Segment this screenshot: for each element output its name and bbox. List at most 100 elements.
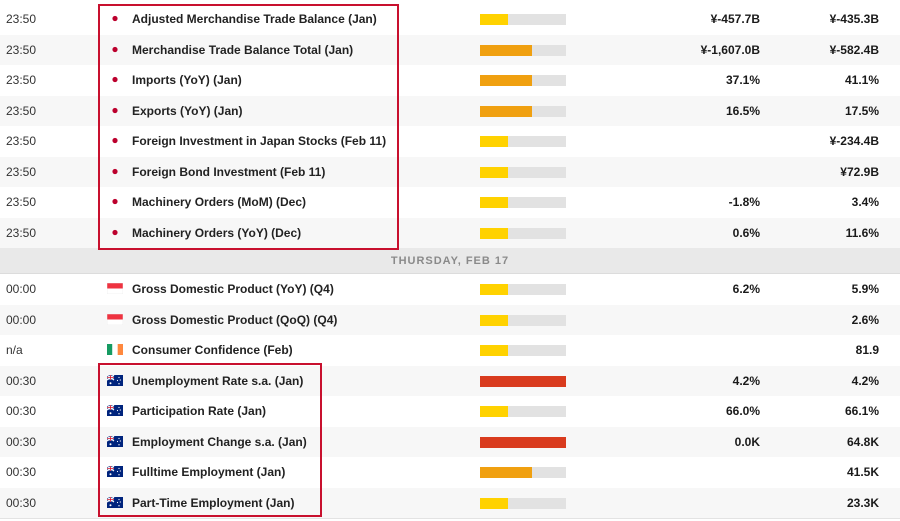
impact-bar-fill	[480, 105, 532, 117]
previous-value: 41.1%	[844, 73, 879, 88]
jp-flag-icon	[107, 225, 123, 236]
event-time: 23:50	[6, 12, 37, 27]
actual-value: 16.5%	[725, 103, 760, 118]
actual-value: 6.2%	[732, 282, 760, 297]
actual-value: 37.1%	[725, 73, 760, 88]
jp-flag-icon	[107, 42, 123, 53]
actual-value: 0.6%	[732, 225, 760, 240]
calendar-row[interactable]: 23:50 Foreign Investment in Japan Stocks …	[0, 126, 900, 158]
impact-bar	[480, 406, 566, 418]
impact-bar	[480, 284, 566, 296]
impact-bar	[480, 467, 566, 479]
impact-bar	[480, 105, 566, 117]
event-name[interactable]: Exports (YoY) (Jan)	[132, 96, 242, 127]
calendar-row[interactable]: 23:50 Imports (YoY) (Jan) 37.1% 41.1%	[0, 65, 900, 97]
event-time: 23:50	[6, 164, 37, 179]
impact-bar-fill	[480, 375, 566, 387]
previous-value: 17.5%	[844, 103, 879, 118]
event-name[interactable]: Machinery Orders (YoY) (Dec)	[132, 218, 301, 249]
event-name[interactable]: Merchandise Trade Balance Total (Jan)	[132, 35, 353, 66]
impact-bar	[480, 345, 566, 357]
impact-bar	[480, 227, 566, 239]
impact-bar-fill	[480, 314, 509, 326]
au-flag-icon	[106, 373, 123, 386]
calendar-row[interactable]: 23:50 Exports (YoY) (Jan) 16.5% 17.5%	[0, 95, 900, 127]
event-time: n/a	[6, 343, 23, 358]
impact-bar	[480, 44, 566, 56]
previous-value: 66.1%	[844, 404, 879, 419]
impact-bar	[480, 314, 566, 326]
actual-value: -1.8%	[728, 195, 760, 210]
event-name[interactable]: Gross Domestic Product (YoY) (Q4)	[132, 274, 334, 305]
event-name[interactable]: Gross Domestic Product (QoQ) (Q4)	[132, 305, 337, 336]
au-flag-icon	[106, 464, 123, 478]
event-time: 23:50	[6, 134, 37, 149]
jp-flag-icon	[107, 103, 123, 114]
previous-value: 11.6%	[845, 225, 879, 240]
event-name[interactable]: Foreign Investment in Japan Stocks (Feb …	[132, 126, 386, 157]
calendar-row[interactable]: 23:50 Machinery Orders (YoY) (Dec) 0.6% 11.…	[0, 217, 900, 249]
event-time: 23:50	[6, 42, 37, 57]
event-time: 23:50	[6, 73, 37, 88]
event-time: 00:00	[6, 282, 37, 297]
impact-bar-fill	[480, 136, 509, 148]
impact-bar	[480, 75, 566, 87]
event-name[interactable]: Employment Change s.a. (Jan)	[132, 427, 307, 458]
calendar-row[interactable]: 00:00 Gross Domestic Product (QoQ) (Q4) 2.…	[0, 304, 900, 336]
event-name[interactable]: Adjusted Merchandise Trade Balance (Jan)	[132, 4, 377, 35]
event-name[interactable]: Machinery Orders (MoM) (Dec)	[132, 187, 306, 218]
event-name[interactable]: Consumer Confidence (Feb)	[132, 335, 293, 366]
calendar-row[interactable]: 23:50 Merchandise Trade Balance Total (Ja…	[0, 34, 900, 66]
calendar-row[interactable]: 00:30 Part-Time Employment (Jan) 23.3K	[0, 487, 900, 519]
impact-bar-fill	[480, 75, 532, 87]
calendar-row[interactable]: 23:50 Machinery Orders (MoM) (Dec) -1.8% 3.…	[0, 187, 900, 219]
calendar-row[interactable]: 23:50 Adjusted Merchandise Trade Balance …	[0, 4, 900, 36]
previous-value: ¥-582.4B	[829, 42, 879, 57]
event-name[interactable]: Fulltime Employment (Jan)	[132, 457, 285, 488]
calendar-row[interactable]: 00:00 Gross Domestic Product (YoY) (Q4) 6.…	[0, 274, 900, 306]
previous-value: ¥-234.4B	[829, 134, 879, 149]
impact-bar-fill	[480, 467, 532, 479]
impact-bar-fill	[480, 197, 509, 209]
calendar-row[interactable]: 00:30 Participation Rate (Jan) 66.0% 66.1%	[0, 396, 900, 428]
event-time: 00:30	[6, 373, 37, 388]
event-name[interactable]: Imports (YoY) (Jan)	[132, 65, 242, 96]
event-time: 23:50	[6, 225, 37, 240]
impact-bar-fill	[480, 497, 509, 509]
au-flag-icon	[106, 495, 123, 508]
jp-flag-icon	[107, 11, 123, 22]
calendar-row[interactable]: n/a Consumer Confidence (Feb) 81.9	[0, 335, 900, 367]
previous-value: ¥-435.3B	[829, 12, 879, 27]
impact-bar	[480, 197, 566, 209]
event-name[interactable]: Part-Time Employment (Jan)	[132, 488, 294, 519]
event-name[interactable]: Foreign Bond Investment (Feb 11)	[132, 157, 325, 188]
au-flag-icon	[106, 403, 123, 417]
jp-flag-icon	[107, 133, 123, 144]
event-name[interactable]: Unemployment Rate s.a. (Jan)	[132, 366, 303, 397]
event-time: 00:00	[6, 312, 37, 327]
calendar-row[interactable]: 23:50 Foreign Bond Investment (Feb 11) ¥72…	[0, 156, 900, 188]
actual-value: ¥-457.7B	[710, 12, 760, 27]
impact-bar	[480, 136, 566, 148]
event-time: 00:30	[6, 465, 37, 480]
actual-value: 66.0%	[725, 404, 760, 419]
impact-bar	[480, 14, 566, 26]
impact-bar-fill	[480, 166, 509, 178]
calendar-row[interactable]: 00:30 Employment Change s.a. (Jan) 0.0K 64.…	[0, 426, 900, 458]
actual-value: 0.0K	[734, 434, 760, 449]
event-time: 00:30	[6, 495, 37, 510]
previous-value: 23.3K	[846, 495, 879, 510]
impact-bar-fill	[480, 284, 509, 296]
impact-bar-fill	[480, 14, 509, 26]
jp-flag-icon	[107, 194, 123, 205]
calendar-row[interactable]: 00:30 Unemployment Rate s.a. (Jan) 4.2% 4.2…	[0, 365, 900, 397]
jp-flag-icon	[107, 164, 123, 175]
actual-value: ¥-1,607.0B	[700, 42, 760, 57]
au-flag-icon	[106, 434, 123, 447]
event-name[interactable]: Participation Rate (Jan)	[132, 396, 266, 427]
calendar-row[interactable]: 00:30 Fulltime Employment (Jan) 41.5K	[0, 457, 900, 489]
impact-bar-fill	[480, 436, 566, 448]
sg-flag-icon	[106, 312, 124, 325]
previous-value: 81.9	[855, 343, 879, 358]
event-time: 00:30	[6, 404, 37, 419]
